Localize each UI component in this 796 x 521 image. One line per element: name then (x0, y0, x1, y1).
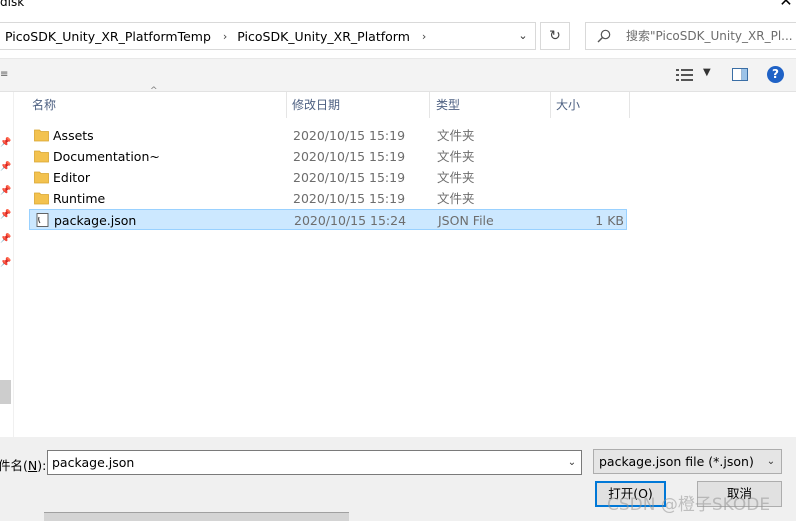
column-divider[interactable] (550, 92, 551, 118)
close-icon[interactable]: ✕ (776, 0, 796, 11)
column-divider[interactable] (429, 92, 430, 118)
file-row[interactable]: Assets 2020/10/15 15:19 文件夹 (29, 125, 627, 146)
column-header-date[interactable]: 修改日期 (288, 92, 429, 118)
chevron-right-icon[interactable]: › (217, 30, 233, 43)
pin-icon[interactable]: 📌 (0, 210, 11, 222)
file-date: 2020/10/15 15:19 (293, 128, 406, 143)
view-details-icon[interactable] (676, 68, 694, 82)
file-type-select[interactable]: package.json file (*.json) ⌄ (593, 449, 782, 474)
file-size (549, 167, 623, 188)
file-type-value: package.json file (*.json) (599, 454, 754, 469)
filename-value: package.json (52, 455, 135, 470)
preview-pane-icon[interactable] (732, 68, 748, 81)
file-date: 2020/10/15 15:24 (294, 213, 407, 228)
column-header-type[interactable]: 类型 (432, 92, 550, 118)
watermark: CSDN @橙子SKODE (607, 495, 771, 515)
breadcrumb-item[interactable]: PicoSDK_Unity_XR_Platform (233, 29, 416, 44)
file-date: 2020/10/15 15:19 (293, 191, 406, 206)
folder-icon (34, 170, 49, 184)
view-dropdown-icon[interactable]: ▼ (703, 67, 711, 78)
toolbar: ≡ ▼ ? (0, 58, 796, 92)
file-name: Editor (53, 170, 90, 185)
file-row[interactable]: Editor 2020/10/15 15:19 文件夹 (29, 167, 627, 188)
file-row[interactable]: Documentation~ 2020/10/15 15:19 文件夹 (29, 146, 627, 167)
column-divider[interactable] (629, 92, 630, 118)
pin-icon[interactable]: 📌 (0, 186, 11, 198)
file-size: 1 KB (595, 213, 624, 228)
file-type: 文件夹 (437, 149, 475, 164)
breadcrumb-item[interactable]: PicoSDK_Unity_XR_PlatformTemp (1, 29, 217, 44)
json-file-icon (35, 213, 50, 227)
pin-icon[interactable]: 📌 (0, 234, 11, 246)
file-row[interactable]: Runtime 2020/10/15 15:19 文件夹 (29, 188, 627, 209)
folder-icon (34, 128, 49, 142)
column-divider[interactable] (286, 92, 287, 118)
file-size (549, 125, 623, 146)
search-input[interactable]: 搜索"PicoSDK_Unity_XR_Pl... (585, 22, 796, 50)
filename-field[interactable]: package.json ⌄ (47, 450, 582, 475)
column-header-name[interactable]: 名称 (28, 92, 286, 118)
folder-icon (34, 191, 49, 205)
chevron-down-icon[interactable]: ⌄ (512, 23, 534, 49)
help-icon[interactable]: ? (767, 66, 784, 83)
address-bar[interactable]: PicoSDK_Unity_XR_PlatformTemp › PicoSDK_… (0, 22, 536, 50)
chevron-down-icon[interactable]: ⌄ (762, 450, 780, 473)
folder-icon (34, 149, 49, 163)
file-name: Runtime (53, 191, 106, 206)
search-placeholder: 搜索"PicoSDK_Unity_XR_Pl... (626, 29, 793, 43)
search-icon (597, 29, 611, 43)
nav-scrollbar-thumb[interactable] (0, 380, 11, 404)
breadcrumb: PicoSDK_Unity_XR_PlatformTemp › PicoSDK_… (1, 23, 432, 49)
refresh-button[interactable]: ↻ (540, 22, 570, 50)
file-name: Assets (53, 128, 94, 143)
pin-icon[interactable]: 📌 (0, 258, 11, 270)
file-size (549, 146, 623, 167)
file-type: 文件夹 (437, 170, 475, 185)
pin-icon[interactable]: 📌 (0, 138, 11, 150)
file-name: Documentation~ (53, 149, 160, 164)
file-row[interactable]: package.json 2020/10/15 15:24 JSON File 1 K… (29, 209, 627, 230)
chevron-right-icon[interactable]: › (416, 30, 432, 43)
filename-label: 件名(N): (0, 458, 47, 473)
pin-icon[interactable]: 📌 (0, 162, 11, 174)
file-type: 文件夹 (437, 128, 475, 143)
chevron-down-icon[interactable]: ⌄ (562, 451, 582, 474)
refresh-icon: ↻ (549, 28, 561, 44)
file-date: 2020/10/15 15:19 (293, 149, 406, 164)
background-window-strip (44, 512, 349, 521)
window-title: disk (0, 0, 25, 9)
file-name: package.json (54, 213, 137, 228)
file-type: 文件夹 (437, 191, 475, 206)
organize-menu-icon[interactable]: ≡ (0, 69, 8, 80)
file-size (549, 188, 623, 209)
column-header-size[interactable]: 大小 (552, 92, 629, 118)
file-type: JSON File (438, 213, 494, 228)
file-date: 2020/10/15 15:19 (293, 170, 406, 185)
